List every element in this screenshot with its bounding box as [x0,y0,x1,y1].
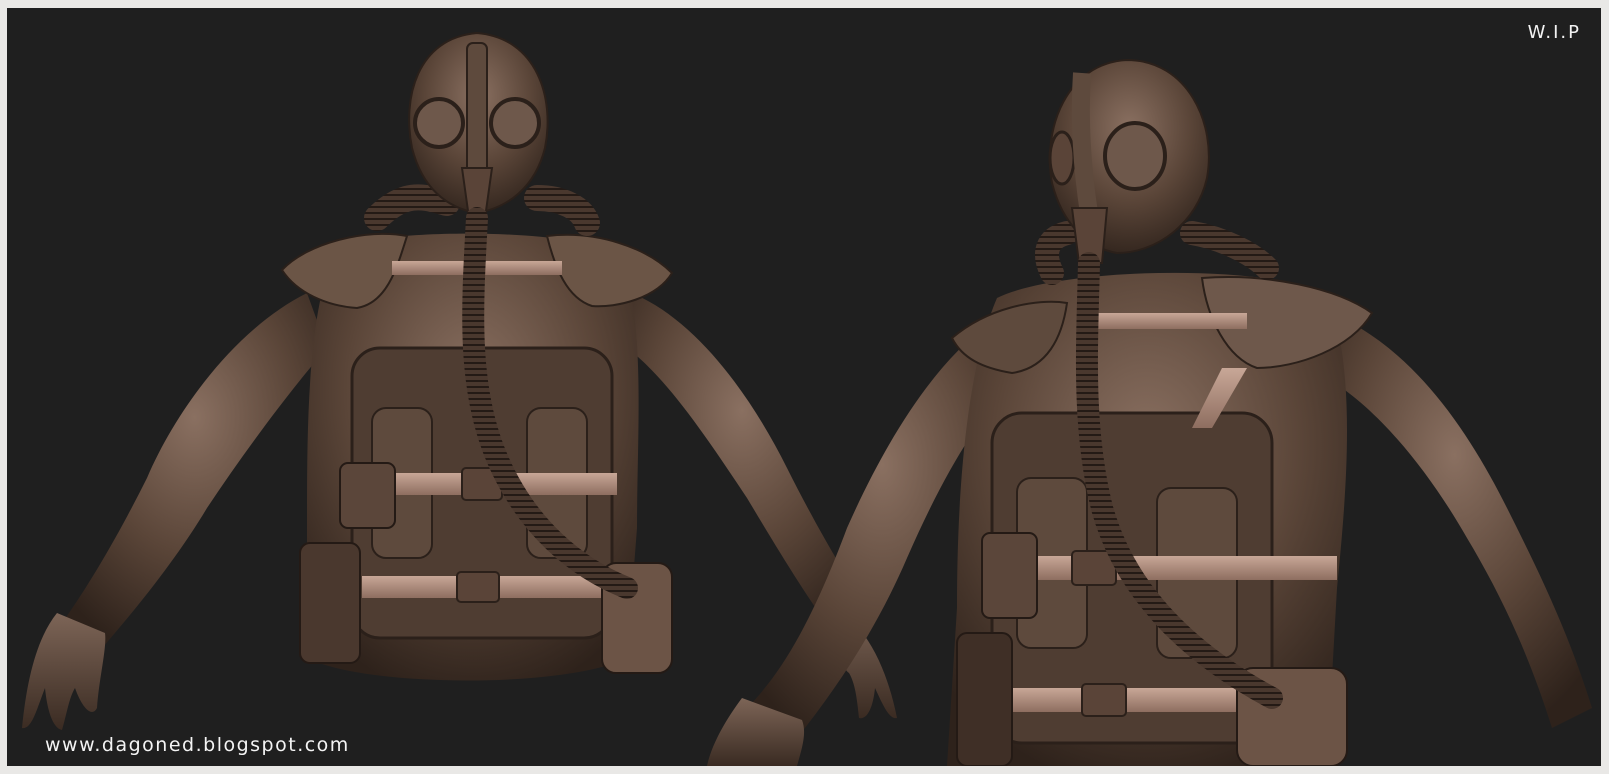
figure-front [22,31,897,730]
left-arm [62,293,327,648]
right-arm-2 [1317,308,1592,728]
side-pouch-left [299,542,361,664]
watermark-url: www.dagoned.blogspot.com [45,734,350,756]
sculpt-render [22,31,1592,766]
eyepiece-2 [1103,121,1167,191]
right-eyepiece [489,97,541,149]
wip-badge: W.I.P [1527,22,1581,43]
figure-three-quarter [707,58,1592,766]
left-glove [22,613,106,730]
left-eyepiece [413,97,465,149]
side-pouch-left-2 [956,632,1013,766]
middle-strap-2 [987,556,1337,580]
small-pouch-2 [981,532,1038,619]
image-frame: W.I.P www.dagoned.blogspot.com [7,8,1601,766]
small-pouch [339,462,396,529]
lower-strap-2 [987,688,1277,712]
